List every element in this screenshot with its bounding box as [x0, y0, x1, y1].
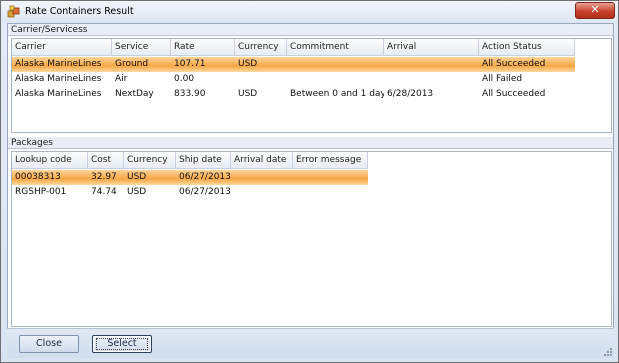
- table-row[interactable]: Alaska MarineLines Ground 107.71 USD All…: [12, 57, 575, 72]
- cell-arrival: [384, 57, 479, 72]
- carriers-col-currency[interactable]: Currency: [235, 39, 287, 56]
- packages-col-lookup-code[interactable]: Lookup code: [12, 152, 88, 169]
- table-row[interactable]: Alaska MarineLines NextDay 833.90 USD Be…: [12, 87, 575, 102]
- carriers-col-carrier[interactable]: Carrier: [12, 39, 112, 56]
- cell-carrier: Alaska MarineLines: [15, 74, 102, 84]
- packages-col-ship-date[interactable]: Ship date: [176, 152, 231, 169]
- cell-carrier: Alaska MarineLines: [15, 59, 102, 69]
- cell-cost: 74.74: [91, 187, 117, 197]
- cell-service: Ground: [115, 59, 149, 69]
- cell-arrival: 6/28/2013: [387, 89, 434, 99]
- cell-arrival: [384, 72, 479, 87]
- window-client-area: Carrier/Servicess Carrier Service Rate C…: [7, 23, 614, 358]
- focus-rectangle: [96, 338, 148, 350]
- cell-service: NextDay: [115, 89, 154, 99]
- cell-ship-date: 06/27/2013: [179, 187, 231, 197]
- cell-commitment: [287, 72, 384, 87]
- cell-action-status: All Succeeded: [482, 89, 546, 99]
- rate-containers-window: Rate Containers Result ✕ Carrier/Service…: [0, 0, 619, 363]
- resize-grip-icon[interactable]: [603, 347, 613, 357]
- cell-arrival-date: [231, 185, 293, 200]
- cell-currency: USD: [127, 172, 147, 182]
- cell-rate: 107.71: [174, 59, 206, 69]
- close-icon: ✕: [590, 3, 600, 16]
- cell-action-status: All Succeeded: [482, 59, 546, 69]
- packages-grid[interactable]: Lookup code Cost Currency Ship date Arri…: [11, 151, 612, 327]
- table-row[interactable]: RGSHP-001 74.74 USD 06/27/2013: [12, 185, 368, 200]
- table-row[interactable]: 00038313 32.97 USD 06/27/2013: [12, 170, 368, 185]
- packages-col-cost[interactable]: Cost: [88, 152, 124, 169]
- cell-currency: USD: [238, 59, 258, 69]
- cell-currency: USD: [238, 89, 258, 99]
- table-row[interactable]: Alaska MarineLines Air 0.00 All Failed: [12, 72, 575, 87]
- carriers-col-service[interactable]: Service: [112, 39, 171, 56]
- carriers-col-rate[interactable]: Rate: [171, 39, 235, 56]
- close-button[interactable]: Close: [19, 335, 79, 353]
- carriers-grid[interactable]: Carrier Service Rate Currency Commitment…: [11, 38, 612, 133]
- packages-col-arrival-date[interactable]: Arrival date: [231, 152, 293, 169]
- cell-commitment: Between 0 and 1 days: [290, 89, 384, 99]
- carriers-group-header: Carrier/Servicess: [8, 24, 613, 36]
- carriers-col-commitment[interactable]: Commitment: [287, 39, 384, 56]
- carriers-col-arrival[interactable]: Arrival: [384, 39, 479, 56]
- cell-action-status: All Failed: [482, 74, 523, 84]
- cell-error-message: [293, 170, 368, 185]
- packages-col-currency[interactable]: Currency: [124, 152, 176, 169]
- cell-error-message: [293, 185, 368, 200]
- cell-carrier: Alaska MarineLines: [15, 89, 102, 99]
- window-close-button[interactable]: ✕: [575, 2, 615, 19]
- title-bar[interactable]: Rate Containers Result ✕: [1, 1, 618, 23]
- cell-arrival-date: [231, 170, 293, 185]
- cell-lookup-code: RGSHP-001: [15, 187, 67, 197]
- cell-commitment: [287, 57, 384, 72]
- app-icon: [7, 5, 20, 18]
- packages-group-header: Packages: [8, 137, 613, 149]
- cell-service: Air: [115, 74, 128, 84]
- select-button[interactable]: Select: [92, 335, 152, 353]
- packages-col-error-message[interactable]: Error message: [293, 152, 368, 169]
- cell-rate: 833.90: [174, 89, 206, 99]
- cell-currency: USD: [127, 187, 147, 197]
- cell-currency: [235, 72, 287, 87]
- button-bar: Close Select: [7, 328, 614, 358]
- cell-cost: 32.97: [91, 172, 117, 182]
- close-button-label: Close: [36, 338, 62, 349]
- window-title: Rate Containers Result: [25, 6, 134, 17]
- cell-ship-date: 06/27/2013: [179, 172, 231, 182]
- carriers-col-action-status[interactable]: Action Status: [479, 39, 575, 56]
- cell-rate: 0.00: [174, 74, 195, 84]
- cell-lookup-code: 00038313: [15, 172, 61, 182]
